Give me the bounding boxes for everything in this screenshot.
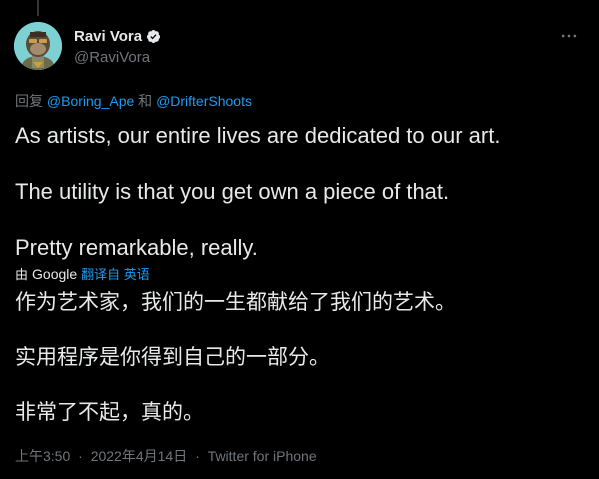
translated-paragraph: 作为艺术家，我们的一生都献给了我们的艺术。 [15, 290, 456, 314]
translation-by-label: 由 [15, 267, 29, 282]
bored-ape-avatar-icon [14, 22, 62, 70]
tweet-paragraph: The utility is that you get own a piece … [15, 179, 450, 204]
author-name-row: Ravi Vora [74, 28, 161, 45]
author-avatar[interactable] [14, 22, 62, 70]
reply-mention-boring-ape[interactable]: @Boring_Ape [47, 93, 134, 109]
tweet-paragraph: As artists, our entire lives are dedicat… [15, 123, 501, 148]
thread-connector-line [37, 0, 39, 16]
reply-joiner: 和 [138, 93, 153, 109]
tweet-time[interactable]: 上午3:50 [15, 448, 70, 464]
tweet-detail: Ravi Vora @RaviVora 回复 @Boring_Ape 和 @Dr… [0, 0, 599, 479]
verified-badge-icon[interactable] [146, 29, 161, 44]
reply-mention-driftershoots[interactable]: @DrifterShoots [156, 93, 252, 109]
tweet-date[interactable]: 2022年4月14日 [91, 448, 188, 464]
meta-separator: · [195, 448, 200, 464]
translated-paragraph: 实用程序是你得到自己的一部分。 [15, 345, 330, 369]
author-display-name[interactable]: Ravi Vora [74, 28, 142, 45]
tweet-paragraph: Pretty remarkable, really. [15, 235, 258, 260]
google-logo: Google [32, 265, 78, 282]
reply-prefix: 回复 [15, 93, 43, 109]
replying-to: 回复 @Boring_Ape 和 @DrifterShoots [15, 91, 252, 111]
tweet-source[interactable]: Twitter for iPhone [208, 448, 317, 464]
more-options-icon[interactable] [559, 26, 579, 46]
translation-attribution: 由 Google 翻译自 英语 [15, 264, 150, 283]
translated-from-link[interactable]: 翻译自 英语 [81, 264, 150, 283]
meta-separator: · [78, 448, 83, 464]
tweet-metadata: 上午3:50 · 2022年4月14日 · Twitter for iPhone [15, 446, 317, 466]
author-handle[interactable]: @RaviVora [74, 49, 150, 66]
translated-paragraph: 非常了不起，真的。 [15, 400, 204, 424]
